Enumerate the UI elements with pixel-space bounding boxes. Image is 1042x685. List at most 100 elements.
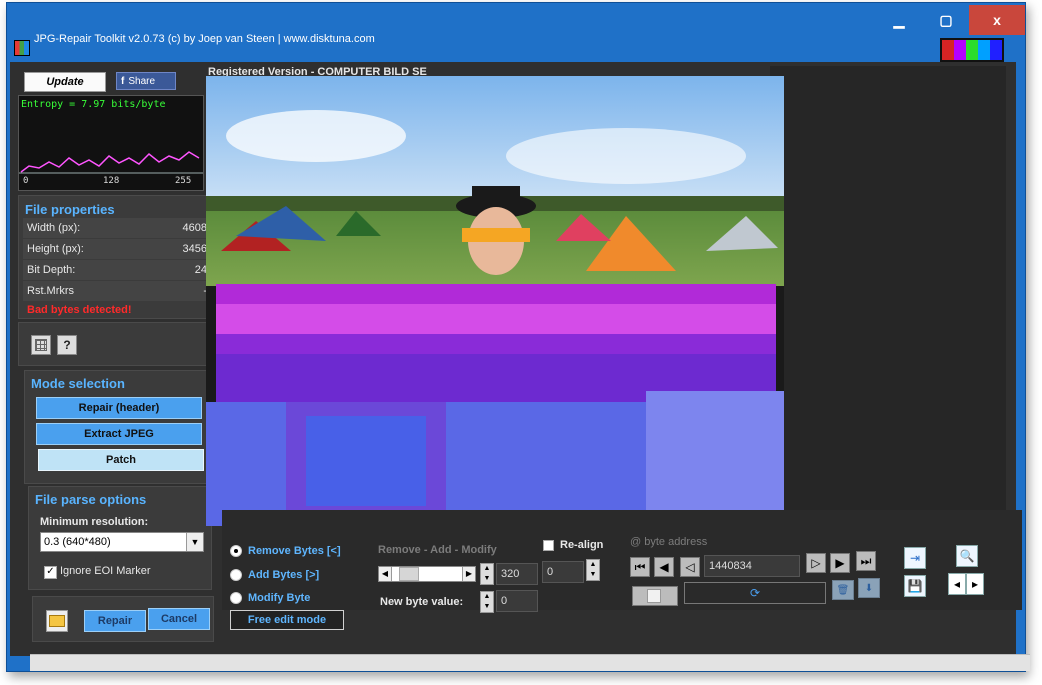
prop-value: 3456 — [182, 243, 207, 255]
repair-button[interactable]: Repair — [84, 610, 146, 632]
byte-count-input[interactable]: 320 — [496, 563, 538, 585]
skip-end-icon: ⏭ — [860, 553, 872, 568]
tools-panel: ? — [18, 322, 210, 366]
first-byte-button[interactable]: ⏮ — [630, 557, 650, 577]
position-slider[interactable] — [632, 586, 678, 606]
prop-key: Height (px): — [27, 243, 84, 255]
cancel-button[interactable]: Cancel — [148, 608, 210, 630]
prop-row-rst-markers: Rst.Mrkrs - — [23, 281, 213, 301]
jpeg-preview — [206, 76, 784, 526]
prev-fast-icon: ◀ — [659, 560, 669, 574]
radio — [230, 592, 242, 604]
ignore-eoi-checkbox[interactable]: ✓ — [44, 566, 57, 579]
share-label: Share — [128, 75, 156, 87]
delete-button[interactable]: 🗑 — [832, 580, 854, 600]
new-byte-value-input[interactable]: 0 — [496, 590, 538, 612]
skip-start-icon: ⏮ — [634, 559, 646, 574]
patch-controls-panel — [222, 510, 1022, 610]
open-file-button[interactable] — [46, 610, 68, 632]
remove-bytes-label: Remove Bytes [<] — [248, 545, 341, 557]
min-resolution-select[interactable]: 0.3 (640*480) ▼ — [40, 532, 204, 552]
refresh-icon: ⟳ — [749, 586, 761, 600]
file-properties-panel: File properties Width (px): 4608 Height … — [18, 195, 213, 319]
color-indicator-icon — [940, 38, 1004, 62]
new-byte-value-label: New byte value: — [380, 596, 464, 608]
arrow-down-icon: ⬇ — [864, 582, 874, 594]
status-bar — [30, 654, 1030, 671]
byte-count-slider[interactable]: ◀ ▶ — [378, 566, 476, 582]
radio — [230, 569, 242, 581]
minimize-button[interactable]: ▁ — [875, 5, 923, 35]
prop-key: Width (px): — [27, 222, 81, 234]
realign-input[interactable]: 0 — [542, 561, 584, 583]
chevron-left-icon: ◂ — [953, 577, 961, 591]
grid-icon — [35, 339, 47, 351]
min-resolution-label: Minimum resolution: — [40, 516, 149, 528]
slider-left-icon: ◀ — [379, 567, 392, 581]
prev-byte-button[interactable]: ◁ — [680, 557, 700, 577]
folder-icon — [49, 615, 65, 627]
goto-button[interactable]: ⇥ — [904, 547, 926, 569]
help-button[interactable]: ? — [57, 335, 77, 355]
jpeg-preview-image — [206, 76, 784, 526]
zoom-button[interactable]: 🔍 — [956, 545, 978, 567]
app-icon — [14, 40, 30, 56]
chevron-right-icon: ▸ — [971, 577, 979, 591]
next-fast-icon: ▶ — [835, 556, 845, 570]
next-byte-button[interactable]: ▷ — [806, 553, 826, 573]
window-title: JPG-Repair Toolkit v2.0.73 (c) by Joep v… — [34, 33, 375, 45]
zoom-icon: 🔍 — [959, 549, 975, 563]
modify-byte-option[interactable]: Modify Byte — [230, 592, 310, 604]
ignore-eoi-label: Ignore EOI Marker — [60, 565, 151, 577]
preview-side-panel — [770, 66, 1006, 512]
update-button[interactable]: Update — [24, 72, 106, 92]
last-byte-button[interactable]: ⏭ — [856, 551, 876, 571]
patch-button[interactable]: Patch — [38, 449, 204, 471]
histogram-axis-min: 0 — [23, 176, 29, 186]
close-button[interactable]: x — [969, 5, 1025, 35]
prop-row-bit-depth: Bit Depth: 24 — [23, 260, 213, 280]
file-parse-options-title: File parse options — [35, 492, 147, 507]
byte-address-input[interactable]: 1440834 — [704, 555, 800, 577]
scroll-left-button[interactable]: ◂ — [948, 573, 966, 595]
prop-key: Bit Depth: — [27, 264, 76, 276]
save-button[interactable]: 💾 — [904, 575, 926, 597]
free-edit-mode-button[interactable]: Free edit mode — [230, 610, 344, 630]
prop-key: Rst.Mrkrs — [27, 285, 75, 297]
repair-header-button[interactable]: Repair (header) — [36, 397, 202, 419]
add-bytes-label: Add Bytes [>] — [248, 569, 320, 581]
share-button[interactable]: f Share — [116, 72, 176, 90]
file-properties-title: File properties — [25, 202, 115, 217]
trash-icon: 🗑 — [836, 584, 850, 596]
histogram-panel: Entropy = 7.97 bits/byte 0 128 255 — [18, 95, 204, 191]
prop-value: 4608 — [182, 222, 207, 234]
chevron-down-icon: ▼ — [186, 533, 203, 551]
grid-view-button[interactable] — [31, 335, 51, 355]
slider-right-icon: ▶ — [462, 567, 475, 581]
histogram-axis-mid: 128 — [103, 176, 120, 186]
prev-icon: ◁ — [685, 560, 695, 574]
help-icon: ? — [63, 338, 71, 352]
realign-label: Re-align — [560, 539, 604, 551]
prev-fast-button[interactable]: ◀ — [654, 557, 674, 577]
realign-spinner[interactable]: ▲ ▼ — [586, 559, 600, 581]
maximize-button[interactable]: ▢ — [923, 5, 969, 35]
position-slider-thumb[interactable] — [647, 589, 661, 603]
scroll-right-button[interactable]: ▸ — [966, 573, 984, 595]
new-byte-spinner[interactable]: ▲ ▼ — [480, 591, 494, 613]
slider-thumb[interactable] — [399, 567, 419, 581]
next-fast-button[interactable]: ▶ — [830, 553, 850, 573]
extract-jpeg-button[interactable]: Extract JPEG — [36, 423, 202, 445]
byte-address-label: @ byte address — [630, 536, 708, 548]
down-arrow-button[interactable]: ⬇ — [858, 578, 880, 598]
apply-patch-button[interactable]: ⟳ — [684, 582, 826, 604]
modify-byte-label: Modify Byte — [248, 592, 311, 604]
next-icon: ▷ — [811, 556, 821, 570]
byte-count-spinner[interactable]: ▲ ▼ — [480, 563, 494, 585]
add-bytes-option[interactable]: Add Bytes [>] — [230, 569, 319, 581]
remove-bytes-option[interactable]: Remove Bytes [<] — [230, 545, 341, 557]
radio-selected — [230, 545, 242, 557]
realign-checkbox[interactable] — [543, 540, 554, 551]
save-icon: 💾 — [907, 579, 923, 593]
bad-bytes-warning: Bad bytes detected! — [27, 304, 132, 316]
